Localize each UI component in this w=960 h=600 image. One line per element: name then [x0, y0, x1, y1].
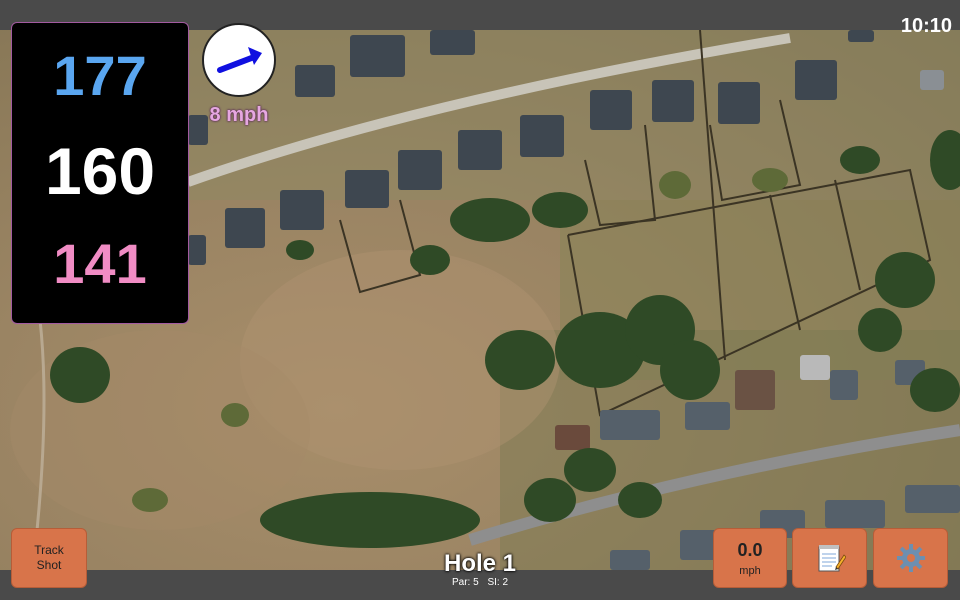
speed-unit: mph [739, 564, 761, 577]
hole-info: Par: 5 SI: 2 [400, 577, 560, 588]
track-shot-label-line2: Shot [36, 558, 62, 572]
settings-button[interactable] [873, 528, 948, 588]
back-distance: 177 [53, 44, 147, 107]
speed-button[interactable]: 0.0 mph [713, 528, 787, 588]
notes-button[interactable] [792, 528, 867, 588]
wind-speed-label: 8 mph [209, 104, 269, 126]
status-clock: 10:10 [900, 15, 952, 37]
gear-icon [896, 544, 925, 572]
track-shot-label-line1: Track [34, 543, 64, 557]
wind-arrow-icon [217, 47, 262, 73]
center-distance: 160 [44, 134, 156, 208]
hole-title: Hole 1 [443, 550, 517, 577]
speed-value: 0.0 [737, 539, 763, 560]
hole-stroke-index: SI: 2 [487, 577, 509, 588]
track-shot-button[interactable]: Track Shot [11, 528, 87, 588]
front-distance: 141 [53, 232, 147, 295]
notepad-icon [818, 545, 846, 572]
hole-par: Par: 5 [451, 577, 479, 588]
distance-panel: 177 160 141 [11, 22, 189, 324]
wind-indicator[interactable] [202, 23, 276, 97]
